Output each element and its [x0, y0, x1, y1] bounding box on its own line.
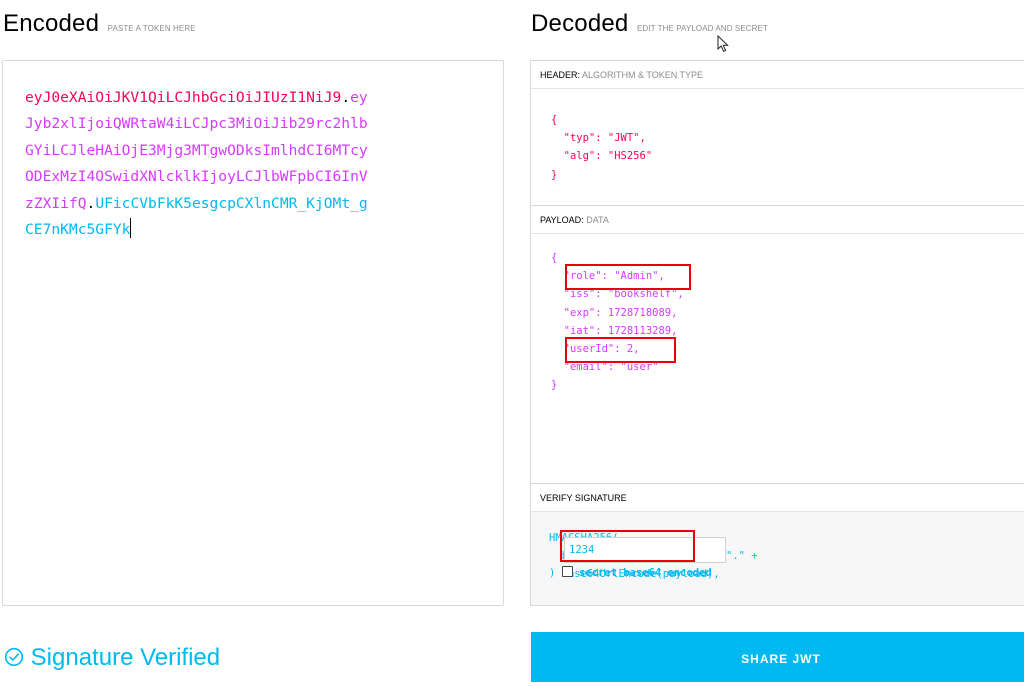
check-circle-icon [4, 647, 24, 667]
header-panel-title: HEADER: ALGORITHM & TOKEN TYPE [531, 61, 1024, 89]
decoded-area: HEADER: ALGORITHM & TOKEN TYPE { "typ": … [530, 60, 1024, 606]
verify-panel-title: VERIFY SIGNATURE [531, 484, 1024, 512]
token-payload-part: GYiLCJleHAiOjE3Mjg3MTgwODksImlhdCI6MTcy [25, 141, 368, 159]
signature-status: Signature Verified [4, 644, 220, 672]
text-caret [130, 218, 132, 239]
token-dot: . [341, 89, 351, 106]
base64-checkbox[interactable] [561, 566, 573, 577]
header-label: HEADER: [540, 70, 581, 80]
payload-label: PAYLOAD: [540, 215, 584, 225]
encoded-token-editor[interactable]: eyJ0eXAiOiJKV1QiLCJhbGciOiJIUzI1NiJ9.ey … [2, 60, 504, 606]
mouse-pointer-icon [717, 35, 729, 53]
token-payload-part: ODExMzI4OSwidXNlcklkIjoyLCJlbWFpbCI6InV [25, 168, 368, 186]
token-payload-part: zZXIifQ [25, 194, 87, 212]
encoded-heading: Encoded PASTE A TOKEN HERE [3, 10, 196, 38]
payload-panel: PAYLOAD: DATA { "role": "Admin", "iss": … [530, 205, 1024, 484]
signature-status-text: Signature Verified [30, 644, 221, 671]
highlight-box-secret [560, 530, 695, 562]
token-text[interactable]: eyJ0eXAiOiJKV1QiLCJhbGciOiJIUzI1NiJ9.ey … [25, 85, 445, 243]
base64-checkbox-label[interactable]: secret base64 encoded [579, 567, 712, 579]
encoded-title: Encoded [3, 10, 100, 37]
highlight-box-userid [565, 337, 676, 363]
token-line: eyJ0eXAiOiJKV1QiLCJhbGciOiJIUzI1NiJ9.ey [25, 89, 368, 106]
decoded-subtitle: EDIT THE PAYLOAD AND SECRET [636, 24, 768, 33]
payload-panel-title: PAYLOAD: DATA [531, 206, 1024, 234]
highlight-box-role [565, 264, 691, 290]
token-dot: . [86, 194, 96, 212]
header-panel: HEADER: ALGORITHM & TOKEN TYPE { "typ": … [530, 60, 1024, 206]
decoded-heading: Decoded EDIT THE PAYLOAD AND SECRET [531, 10, 768, 38]
payload-label-muted: DATA [586, 215, 609, 225]
token-signature-part: CE7nKMc5GFYk [25, 221, 131, 239]
secret-options-row: ) secret base64 encoded [549, 566, 712, 579]
header-label-muted: ALGORITHM & TOKEN TYPE [582, 70, 704, 80]
token-signature-part: UFicCVbFkK5esgcpCXlnCMR_KjOMt_g [95, 194, 368, 212]
token-line: CE7nKMc5GFYk [25, 218, 132, 239]
decoded-title: Decoded [531, 10, 629, 37]
header-json-editor[interactable]: { "typ": "JWT", "alg": "HS256" } [551, 111, 652, 184]
token-line: zZXIifQ.UFicCVbFkK5esgcpCXlnCMR_KjOMt_g [25, 195, 368, 212]
token-header-part: eyJ0eXAiOiJKV1QiLCJhbGciOiJIUzI1NiJ9 [25, 89, 342, 106]
encoded-subtitle: PASTE A TOKEN HERE [107, 24, 196, 33]
share-jwt-button[interactable]: SHARE JWT [531, 632, 1024, 682]
token-payload-part: Jyb2xlIjoiQWRtaW4iLCJpc3MiOiJib29rc2hlb [25, 115, 368, 133]
closing-paren: ) [549, 567, 556, 579]
token-payload-part: ey [350, 89, 368, 106]
verify-label: VERIFY SIGNATURE [540, 493, 627, 503]
